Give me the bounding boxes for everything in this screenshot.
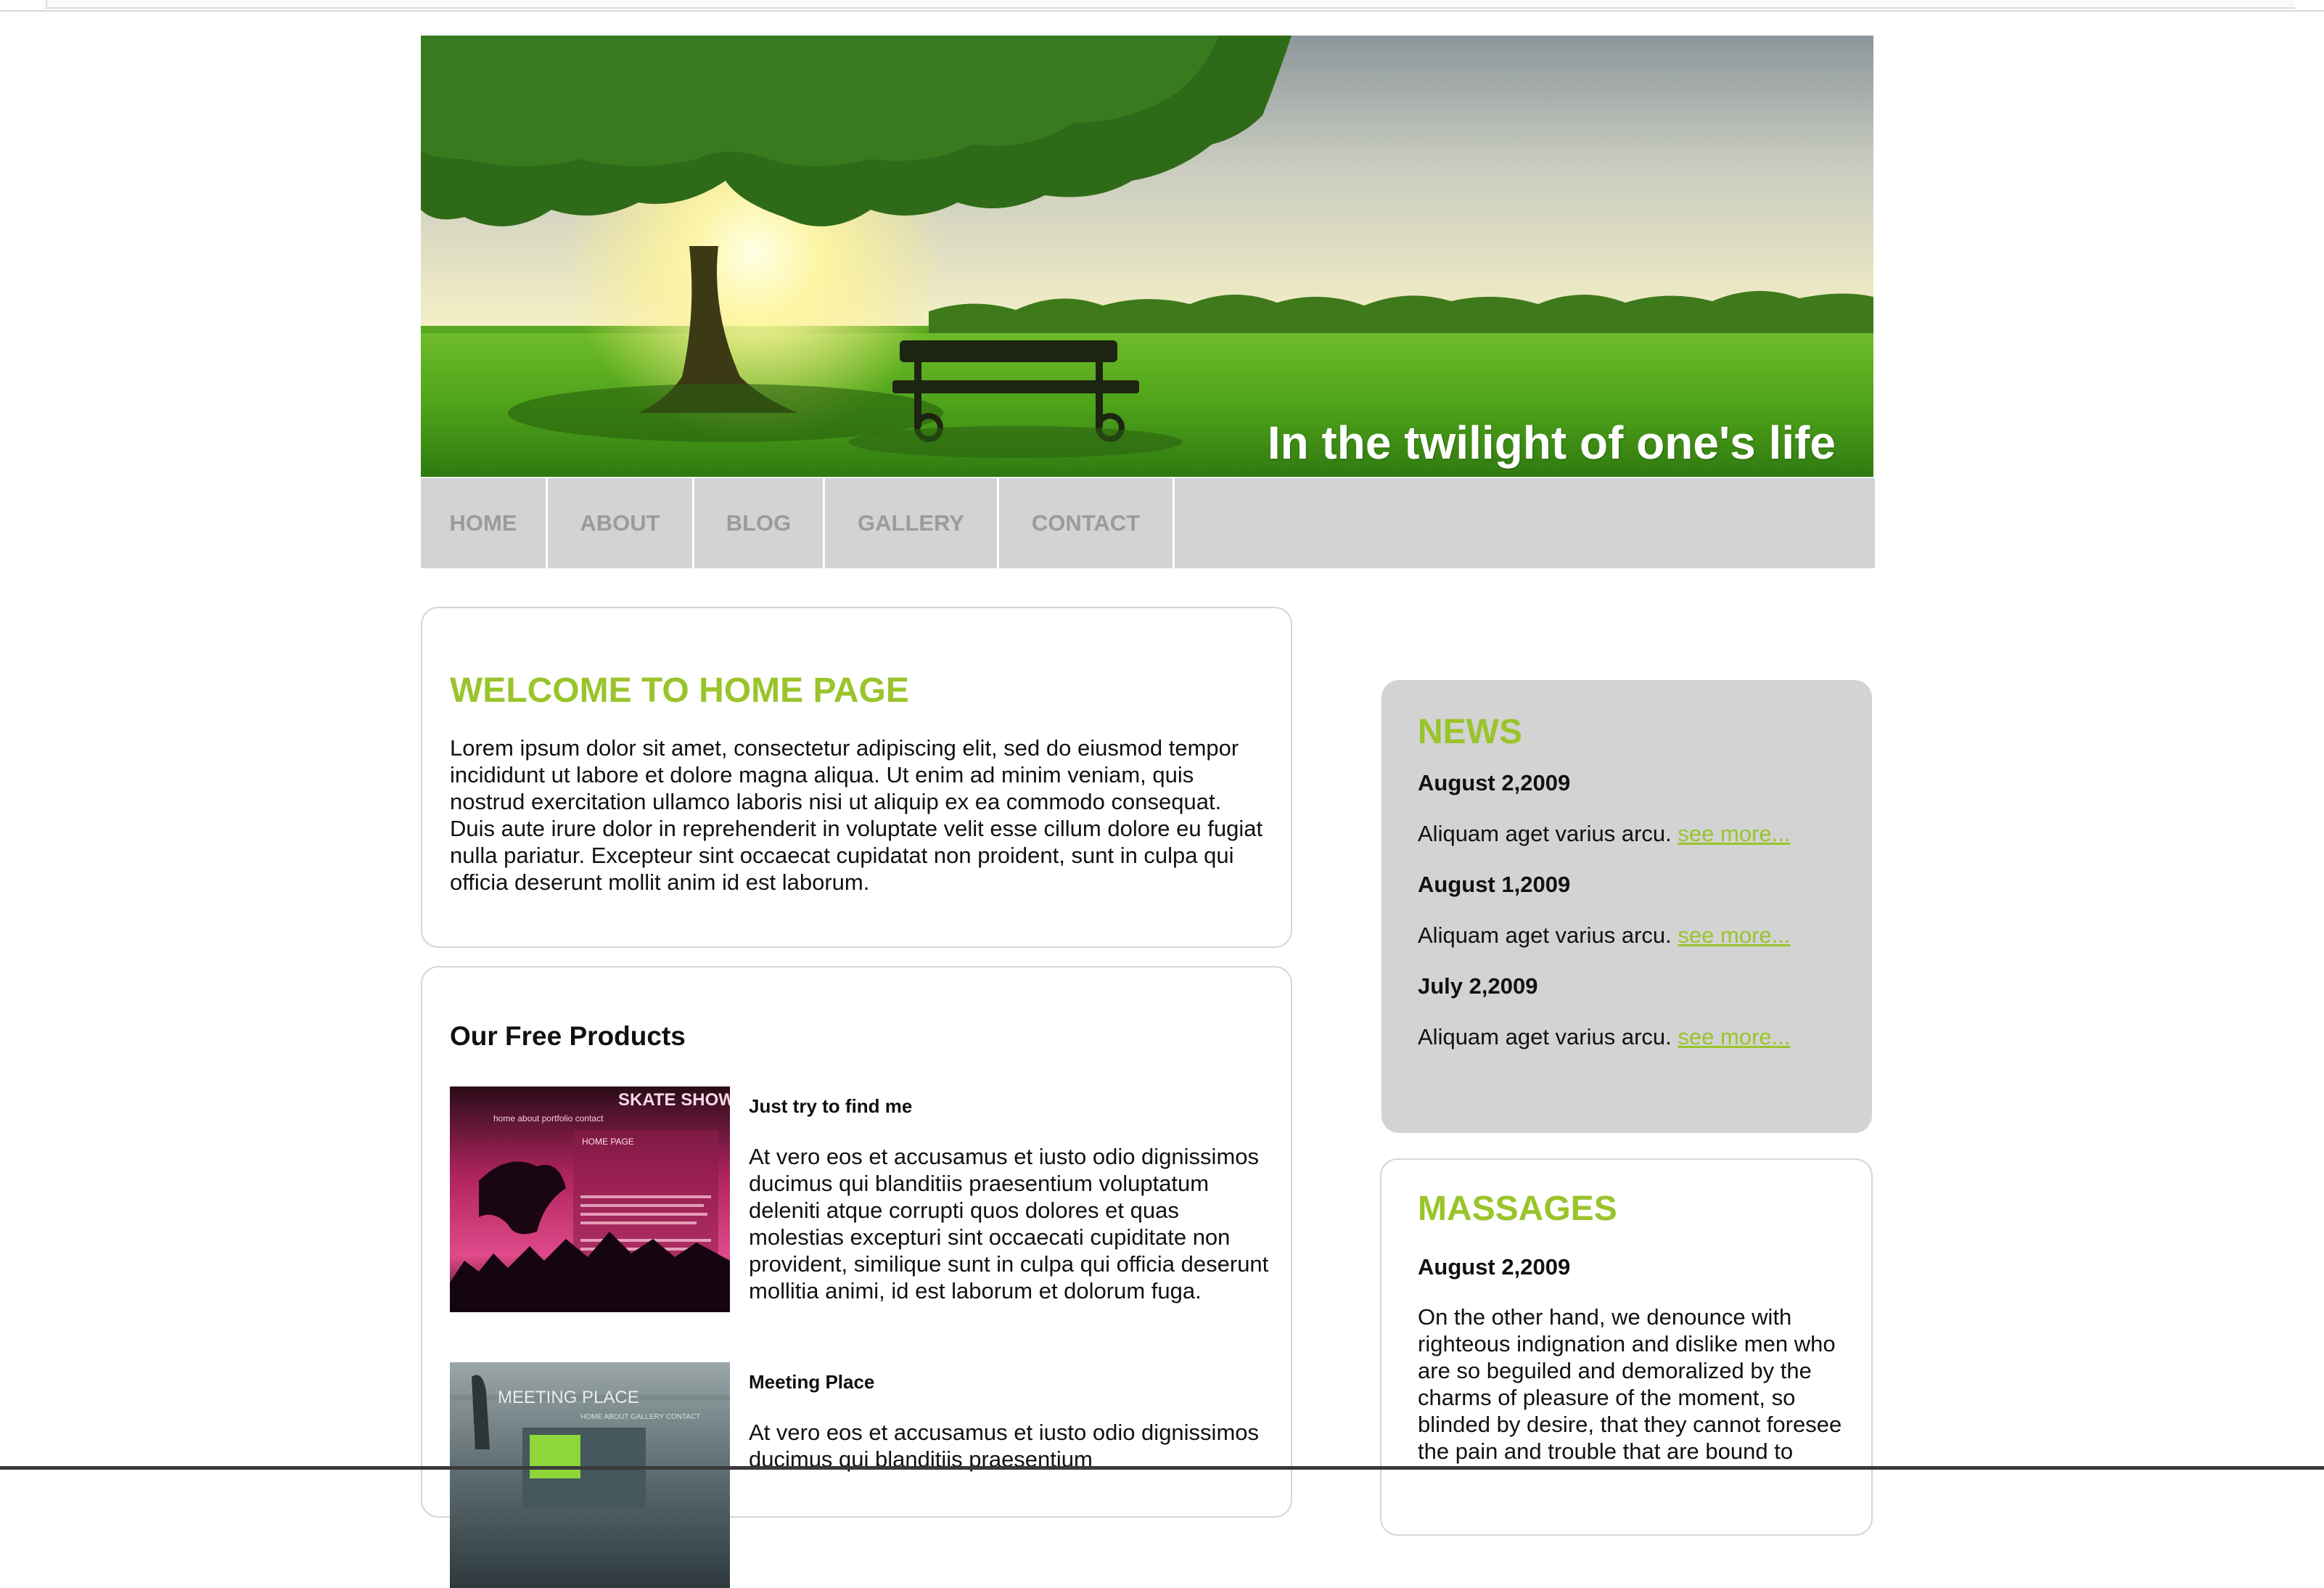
see-more-link[interactable]: see more... [1678,922,1790,948]
news-title: NEWS [1418,713,1522,751]
browser-address-strip [46,0,2295,9]
massages-text: On the other hand, we denounce with righ… [1418,1304,1842,1464]
news-item-text: Aliquam aget varius arcu. see more... [1418,819,1853,870]
nav-item-about[interactable]: ABOUT [548,478,694,568]
products-panel: Our Free Products SKATE SHOW home about … [421,966,1292,1588]
nav-item-contact[interactable]: CONTACT [999,478,1175,568]
nav-item-gallery[interactable]: GALLERY [825,478,999,568]
main-navigation: HOME ABOUT BLOG GALLERY CONTACT [421,478,1875,568]
see-more-link[interactable]: see more... [1678,1024,1790,1049]
product-thumbnail-meeting-place[interactable]: MEETING PLACE HOME ABOUT GALLERY CONTACT [450,1362,730,1588]
screen-bottom-edge [0,1466,2324,1470]
product-description: At vero eos et accusamus et iusto odio d… [749,1420,1260,1472]
product-description: At vero eos et accusamus et iusto odio d… [749,1144,1269,1303]
news-date: August 1,2009 [1418,872,1571,897]
header-banner: In the twilight of one's life [421,36,1873,477]
products-title: Our Free Products [450,1021,686,1051]
massages-panel: MASSAGES August 2,2009 On the other hand… [1380,1158,1873,1536]
thumb-label-text: HOME PAGE [582,1137,634,1147]
nav-item-home[interactable]: HOME [421,478,548,568]
thumb-brand-text: SKATE SHOW [618,1090,730,1110]
thumb-nav-text: HOME ABOUT GALLERY CONTACT [580,1413,700,1421]
welcome-body: Lorem ipsum dolor sit amet, consectetur … [450,735,1263,895]
product-title[interactable]: Just try to find me [749,1095,912,1118]
news-date: August 2,2009 [1418,770,1571,795]
thumb-nav-text: home about portfolio contact [493,1113,604,1124]
nav-item-blog[interactable]: BLOG [694,478,825,568]
news-summary: Aliquam aget varius arcu. [1418,1024,1672,1049]
thumb-brand-text: MEETING PLACE [498,1388,639,1407]
banner-landscape-image [421,36,1873,477]
product-title[interactable]: Meeting Place [749,1371,874,1393]
see-more-link[interactable]: see more... [1678,821,1790,846]
massages-title: MASSAGES [1418,1190,1617,1228]
welcome-panel: WELCOME TO HOME PAGE Lorem ipsum dolor s… [421,607,1292,948]
massages-date: August 2,2009 [1418,1254,1571,1280]
news-summary: Aliquam aget varius arcu. [1418,821,1672,846]
product-thumbnail-skate-show[interactable]: SKATE SHOW home about portfolio contact … [450,1086,730,1312]
browser-top-edge [0,0,2324,12]
news-summary: Aliquam aget varius arcu. [1418,922,1672,948]
news-panel: NEWS August 2,2009 Aliquam aget varius a… [1381,680,1872,1133]
welcome-title: WELCOME TO HOME PAGE [450,671,909,710]
news-item-text: Aliquam aget varius arcu. see more... [1418,1023,1853,1073]
news-date: July 2,2009 [1418,973,1538,999]
news-item-text: Aliquam aget varius arcu. see more... [1418,921,1853,972]
banner-tagline: In the twilight of one's life [1267,417,1836,469]
news-list: August 2,2009 Aliquam aget varius arcu. … [1418,769,1853,1073]
